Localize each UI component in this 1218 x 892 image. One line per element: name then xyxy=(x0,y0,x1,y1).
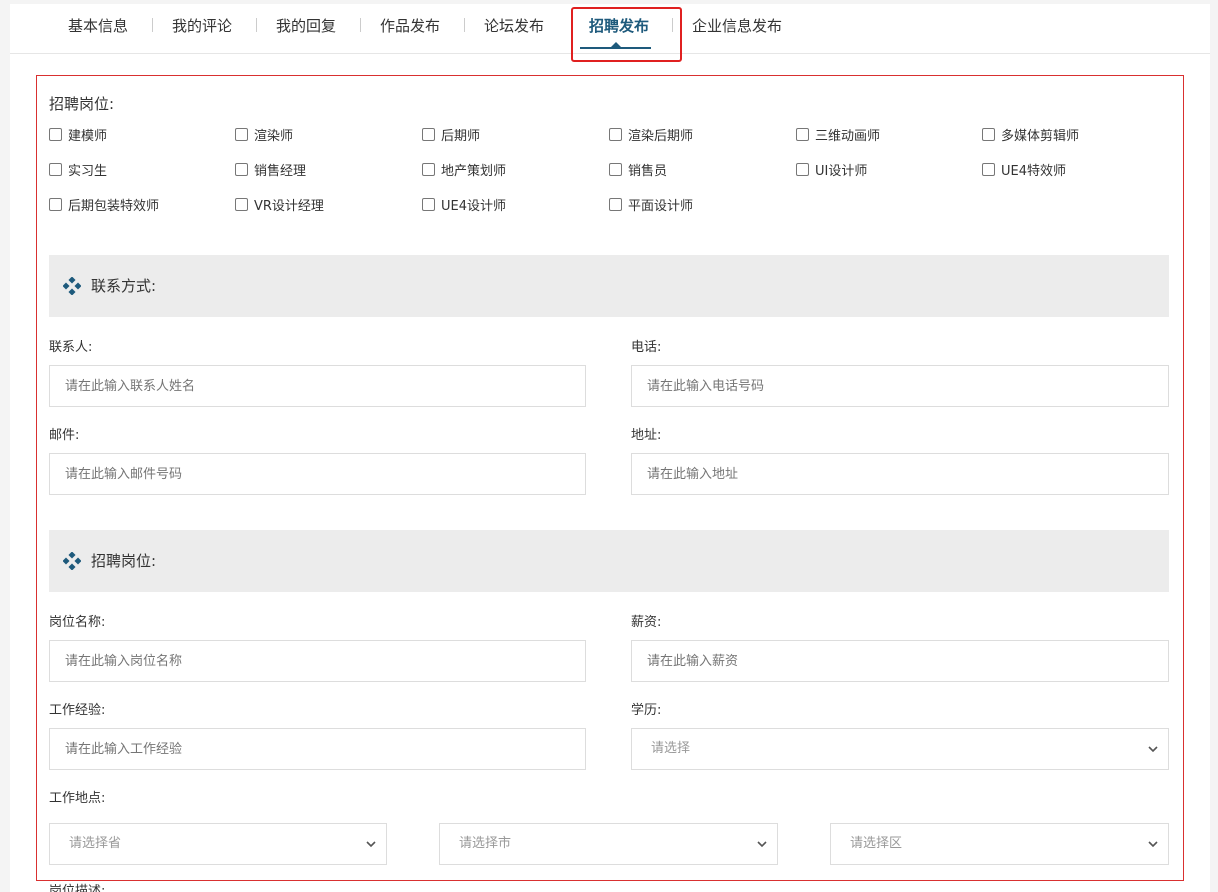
email-label: 邮件: xyxy=(49,428,80,443)
contact-person-input[interactable] xyxy=(49,365,586,407)
checkbox-label: 三维动画师 xyxy=(815,128,881,144)
checkbox-box[interactable] xyxy=(235,127,248,141)
positions-label: 招聘岗位: xyxy=(49,95,115,113)
checkbox-box[interactable] xyxy=(609,127,622,141)
province-select[interactable]: 请选择省 xyxy=(49,823,387,865)
checkbox-label: 后期包装特效师 xyxy=(68,198,160,214)
contact-person-label: 联系人: xyxy=(49,340,93,355)
checkbox-label: 销售经理 xyxy=(254,163,307,179)
address-input[interactable] xyxy=(631,453,1169,495)
checkbox-box[interactable] xyxy=(49,127,62,141)
checkbox-box[interactable] xyxy=(422,197,435,211)
salary-input[interactable] xyxy=(631,640,1169,682)
tab-divider xyxy=(256,18,257,32)
checkbox-box[interactable] xyxy=(422,162,435,176)
checkbox-salesperson[interactable]: 销售员 xyxy=(609,160,668,179)
chevron-down-icon xyxy=(366,841,376,848)
checkbox-box[interactable] xyxy=(982,162,995,176)
phone-label: 电话: xyxy=(631,340,662,355)
education-label: 学历: xyxy=(631,703,662,718)
job-section-header: 招聘岗位: xyxy=(49,530,1169,592)
checkbox-label: 渲染后期师 xyxy=(628,128,694,144)
experience-input[interactable] xyxy=(49,728,586,770)
checkbox-box[interactable] xyxy=(982,127,995,141)
job-description-label: 岗位描述: xyxy=(49,884,106,892)
checkbox-label: 销售员 xyxy=(628,163,668,179)
diamond-bullet-icon xyxy=(63,277,81,295)
checkbox-label: 渲染师 xyxy=(254,128,294,144)
chevron-down-icon xyxy=(757,841,767,848)
contact-section-header: 联系方式: xyxy=(49,255,1169,317)
city-select-value: 请选择市 xyxy=(459,836,512,851)
checkbox-packaging-vfx[interactable]: 后期包装特效师 xyxy=(49,195,160,214)
tab-basic-info[interactable]: 基本信息 xyxy=(68,14,128,38)
checkbox-real-estate-planner[interactable]: 地产策划师 xyxy=(422,160,507,179)
diamond-bullet-icon xyxy=(63,552,81,570)
district-select-value: 请选择区 xyxy=(850,836,903,851)
checkbox-label: VR设计经理 xyxy=(254,198,324,214)
job-name-input[interactable] xyxy=(49,640,586,682)
checkbox-label: UE4特效师 xyxy=(1001,163,1067,179)
tab-company-info-publish[interactable]: 企业信息发布 xyxy=(692,14,782,38)
experience-label: 工作经验: xyxy=(49,703,106,718)
checkbox-label: UI设计师 xyxy=(815,163,868,179)
checkbox-box[interactable] xyxy=(796,162,809,176)
checkbox-label: 多媒体剪辑师 xyxy=(1001,128,1080,144)
checkbox-render-post[interactable]: 渲染后期师 xyxy=(609,125,694,144)
checkbox-box[interactable] xyxy=(49,162,62,176)
checkbox-post-production[interactable]: 后期师 xyxy=(422,125,481,144)
checkbox-box[interactable] xyxy=(235,162,248,176)
tab-highlight-box xyxy=(571,7,682,62)
contact-section-title: 联系方式: xyxy=(91,277,157,295)
email-input[interactable] xyxy=(49,453,586,495)
checkbox-label: 地产策划师 xyxy=(441,163,507,179)
chevron-down-icon xyxy=(1148,746,1158,753)
checkbox-graphic-designer[interactable]: 平面设计师 xyxy=(609,195,694,214)
checkbox-box[interactable] xyxy=(609,197,622,211)
province-select-value: 请选择省 xyxy=(69,836,122,851)
checkbox-modeler[interactable]: 建模师 xyxy=(49,125,108,144)
tab-divider xyxy=(152,18,153,32)
checkbox-ue4-designer[interactable]: UE4设计师 xyxy=(422,195,507,214)
checkbox-sales-manager[interactable]: 销售经理 xyxy=(235,160,307,179)
job-name-label: 岗位名称: xyxy=(49,615,106,630)
checkbox-box[interactable] xyxy=(49,197,62,211)
tab-my-replies[interactable]: 我的回复 xyxy=(276,14,336,38)
checkbox-intern[interactable]: 实习生 xyxy=(49,160,108,179)
job-section-title: 招聘岗位: xyxy=(91,552,157,570)
checkbox-label: 建模师 xyxy=(68,128,108,144)
checkbox-multimedia-editor[interactable]: 多媒体剪辑师 xyxy=(982,125,1080,144)
checkbox-label: 后期师 xyxy=(441,128,481,144)
checkbox-vr-design-manager[interactable]: VR设计经理 xyxy=(235,195,324,214)
education-select-value: 请选择 xyxy=(651,741,691,756)
checkbox-box[interactable] xyxy=(422,127,435,141)
education-select[interactable]: 请选择 xyxy=(631,728,1169,770)
phone-input[interactable] xyxy=(631,365,1169,407)
district-select[interactable]: 请选择区 xyxy=(830,823,1169,865)
checkbox-ui-designer[interactable]: UI设计师 xyxy=(796,160,868,179)
tab-divider xyxy=(464,18,465,32)
tab-forum-publish[interactable]: 论坛发布 xyxy=(484,14,544,38)
work-location-label: 工作地点: xyxy=(49,791,106,806)
tab-my-comments[interactable]: 我的评论 xyxy=(172,14,232,38)
checkbox-3d-animator[interactable]: 三维动画师 xyxy=(796,125,881,144)
address-label: 地址: xyxy=(631,428,662,443)
checkbox-box[interactable] xyxy=(235,197,248,211)
chevron-down-icon xyxy=(1148,841,1158,848)
tab-divider xyxy=(360,18,361,32)
tab-works-publish[interactable]: 作品发布 xyxy=(380,14,440,38)
salary-label: 薪资: xyxy=(631,615,662,630)
checkbox-label: UE4设计师 xyxy=(441,198,507,214)
city-select[interactable]: 请选择市 xyxy=(439,823,778,865)
checkbox-ue4-vfx[interactable]: UE4特效师 xyxy=(982,160,1067,179)
checkbox-label: 实习生 xyxy=(68,163,108,179)
checkbox-label: 平面设计师 xyxy=(628,198,694,214)
checkbox-renderer[interactable]: 渲染师 xyxy=(235,125,294,144)
checkbox-box[interactable] xyxy=(609,162,622,176)
checkbox-box[interactable] xyxy=(796,127,809,141)
